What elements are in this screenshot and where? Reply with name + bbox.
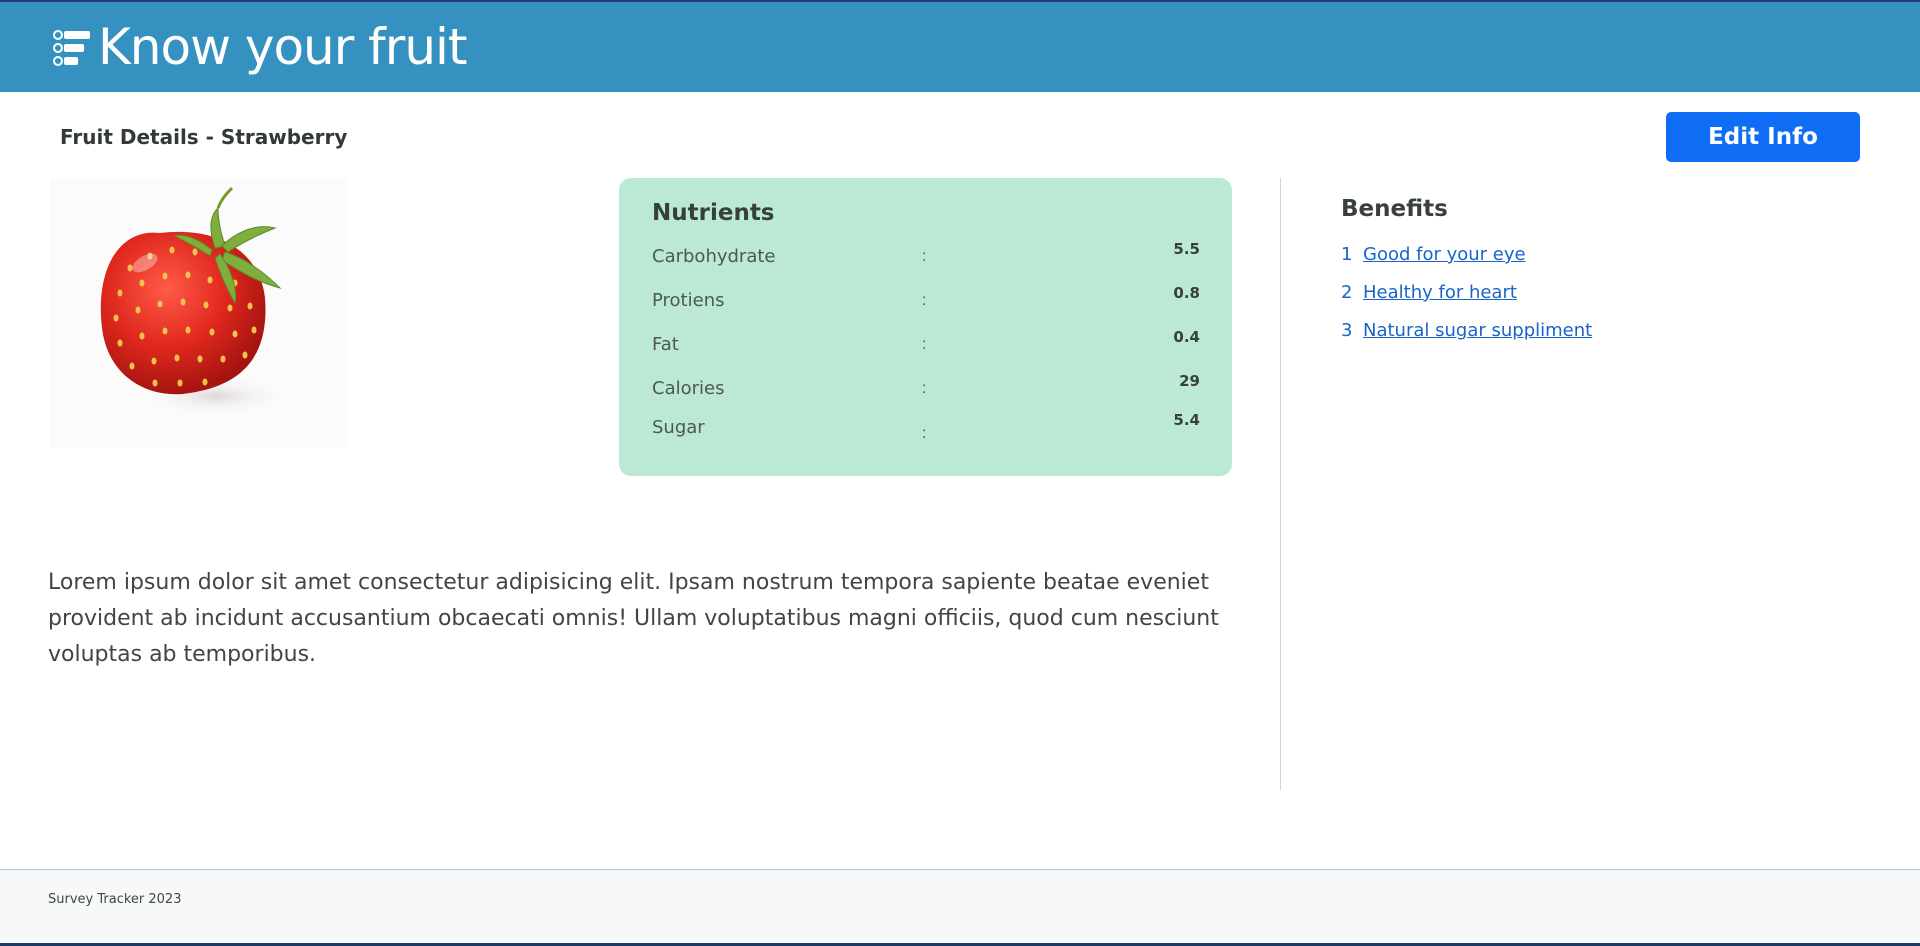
nutrient-separator: :	[922, 248, 927, 265]
app-title: Know your fruit	[98, 18, 468, 76]
nutrient-row-carbohydrate: Carbohydrate : 5.5	[652, 240, 1200, 276]
page-heading: Fruit Details - Strawberry	[60, 125, 348, 149]
benefit-link-natural-sugar[interactable]: Natural sugar suppliment	[1363, 320, 1592, 341]
page: Know your fruit Fruit Details - Strawber…	[0, 0, 1920, 946]
page-footer: Survey Tracker 2023	[0, 869, 1920, 944]
nutrients-card: Nutrients Carbohydrate : 5.5 Protiens : …	[619, 178, 1232, 476]
benefit-item: 3 Natural sugar suppliment	[1341, 320, 1592, 341]
benefit-link-good-for-eye[interactable]: Good for your eye	[1363, 244, 1526, 265]
nutrient-value: 5.5	[1173, 240, 1200, 258]
nutrients-title: Nutrients	[652, 200, 775, 226]
strawberry-image	[50, 178, 348, 448]
nutrient-value: 0.4	[1173, 328, 1200, 346]
nutrient-row-sugar: Sugar : 5.4	[652, 411, 1200, 447]
benefit-number: 1	[1341, 244, 1353, 265]
nutrient-row-calories: Calories : 29	[652, 372, 1200, 408]
nutrient-value: 0.8	[1173, 284, 1200, 302]
app-header: Know your fruit	[0, 2, 1920, 92]
benefit-number: 2	[1341, 282, 1353, 303]
nutrient-label: Protiens	[652, 290, 725, 311]
benefits-title: Benefits	[1341, 196, 1448, 222]
nutrient-separator: :	[922, 425, 927, 442]
nutrient-separator: :	[922, 292, 927, 309]
nutrient-value: 29	[1179, 372, 1200, 390]
checklist-icon	[53, 30, 90, 66]
benefit-number: 3	[1341, 320, 1353, 341]
nutrient-label: Carbohydrate	[652, 246, 776, 267]
benefit-item: 1 Good for your eye	[1341, 244, 1526, 265]
nutrient-separator: :	[922, 336, 927, 353]
fruit-description: Lorem ipsum dolor sit amet consectetur a…	[48, 570, 1219, 667]
nutrient-label: Sugar	[652, 417, 705, 438]
benefit-link-healthy-heart[interactable]: Healthy for heart	[1363, 282, 1517, 303]
nutrient-separator: :	[922, 380, 927, 397]
nutrient-label: Calories	[652, 378, 725, 399]
column-divider	[1280, 178, 1281, 790]
nutrient-value: 5.4	[1173, 411, 1200, 429]
nutrient-row-fat: Fat : 0.4	[652, 328, 1200, 364]
nutrient-row-protiens: Protiens : 0.8	[652, 284, 1200, 320]
footer-text: Survey Tracker 2023	[48, 892, 182, 907]
nutrient-label: Fat	[652, 334, 679, 355]
edit-info-button[interactable]: Edit Info	[1666, 112, 1860, 162]
benefit-item: 2 Healthy for heart	[1341, 282, 1517, 303]
